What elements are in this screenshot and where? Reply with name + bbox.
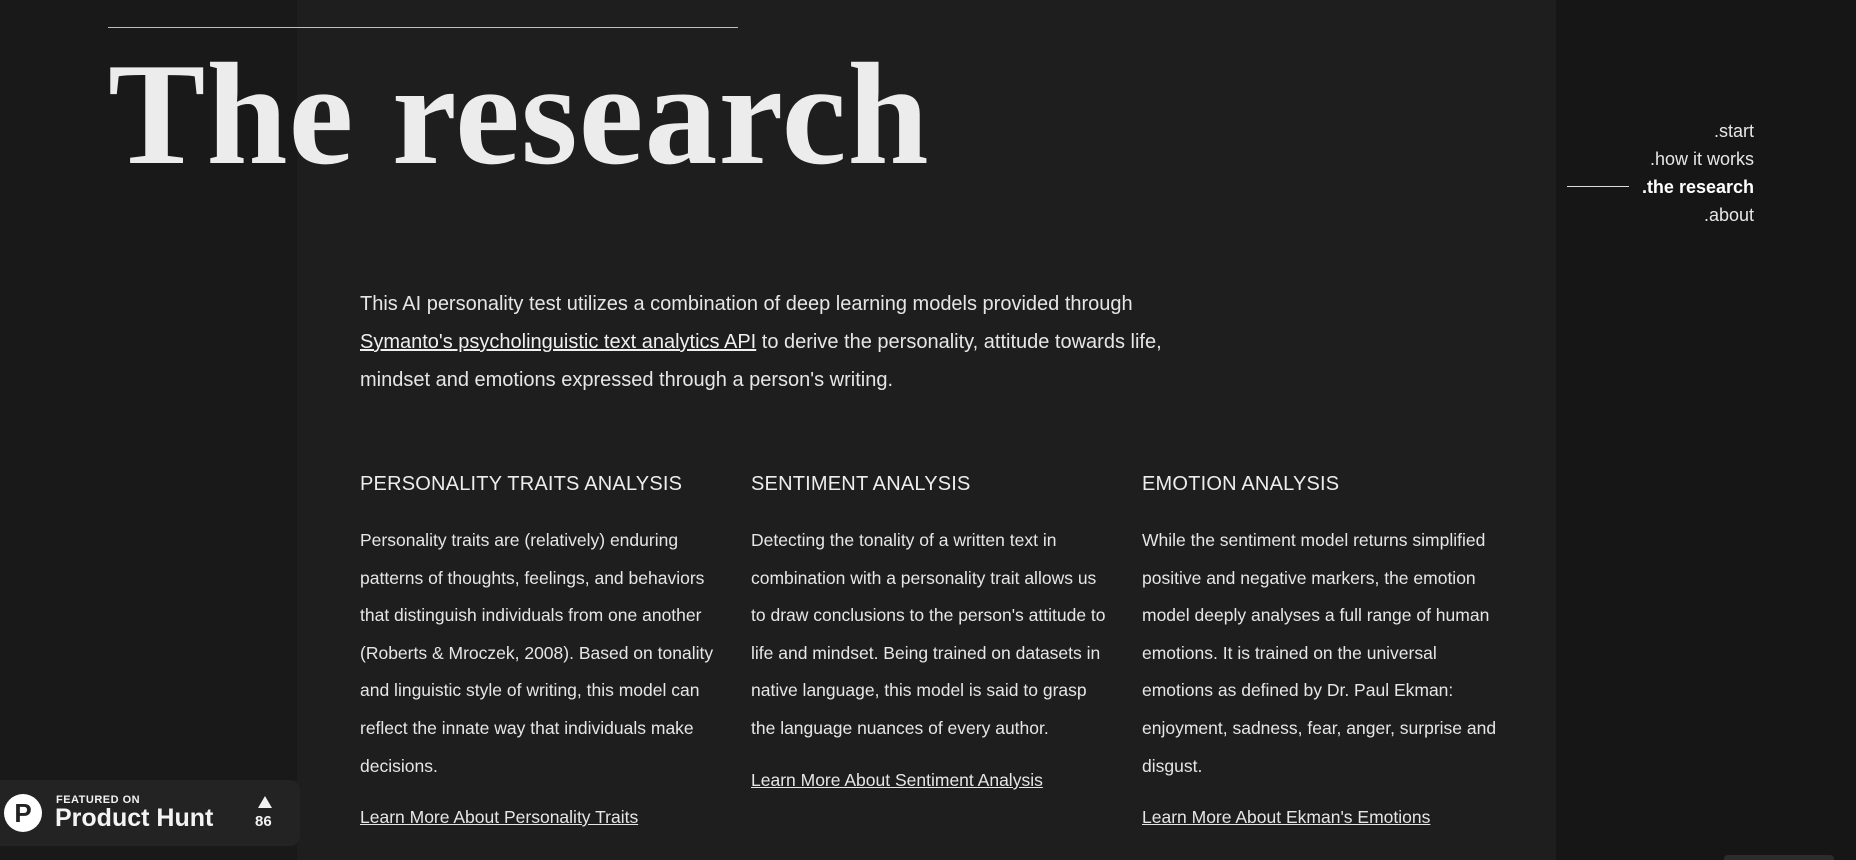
learn-more-emotions-link[interactable]: Learn More About Ekman's Emotions [1142,807,1430,828]
section-body: Detecting the tonality of a written text… [751,530,1106,738]
intro-text-start: This AI personality test utilizes a comb… [360,293,1133,315]
page: The research .start .how it works .the r… [0,0,1856,860]
product-hunt-logo-icon: P [4,794,42,832]
svg-text:P: P [14,798,31,828]
upvote-count: 86 [255,813,272,830]
corner-tab [1724,855,1834,860]
learn-more-sentiment-link[interactable]: Learn More About Sentiment Analysis [751,770,1043,791]
nav-item-the-research[interactable]: .the research [1642,173,1754,201]
nav-item-start[interactable]: .start [1642,117,1754,145]
product-hunt-name: Product Hunt [55,804,214,832]
nav-item-about[interactable]: .about [1642,201,1754,229]
nav-item-how-it-works[interactable]: .how it works [1642,145,1754,173]
section-body: While the sentiment model returns simpli… [1142,530,1497,776]
sentiment-analysis-section: SENTIMENT ANALYSIS Detecting the tonalit… [751,468,1111,790]
symanto-api-link[interactable]: Symanto's psycholinguistic text analytic… [360,331,756,353]
section-heading: EMOTION ANALYSIS [1142,473,1340,495]
upvote-arrow-icon [258,796,272,808]
section-heading: PERSONALITY TRAITS ANALYSIS [360,473,683,495]
intro-paragraph: This AI personality test utilizes a comb… [360,285,1190,399]
learn-more-personality-link[interactable]: Learn More About Personality Traits [360,807,638,828]
active-nav-indicator [1567,186,1629,187]
section-body: Personality traits are (relatively) endu… [360,530,714,776]
title-divider [108,27,738,28]
product-hunt-badge[interactable]: P FEATURED ON Product Hunt 86 [0,780,300,846]
section-heading: SENTIMENT ANALYSIS [751,473,971,495]
page-title: The research [108,33,930,195]
personality-traits-section: PERSONALITY TRAITS ANALYSIS Personality … [360,468,720,827]
emotion-analysis-section: EMOTION ANALYSIS While the sentiment mod… [1142,468,1502,827]
side-nav: .start .how it works .the research .abou… [1642,117,1754,229]
